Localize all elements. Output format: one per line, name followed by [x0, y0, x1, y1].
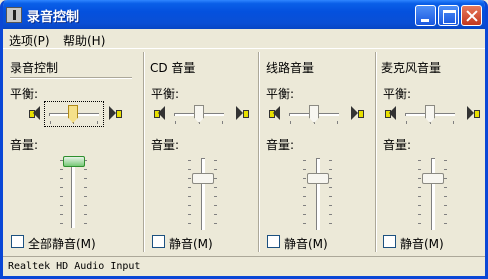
column-line-volume: 线路音量 平衡: 音量: 静音(M) — [263, 52, 375, 252]
title-bar[interactable]: 录音控制 — [3, 0, 485, 29]
balance-label: 平衡: — [266, 87, 295, 101]
mute-label: 静音(M) — [400, 237, 444, 251]
menu-options[interactable]: 选项(P) — [9, 32, 50, 49]
balance-label: 平衡: — [10, 87, 39, 101]
column-title: 麦克风音量 — [381, 61, 442, 75]
right-speaker-icon — [348, 106, 364, 120]
right-speaker-icon — [464, 106, 480, 120]
mute-checkbox[interactable] — [267, 235, 280, 248]
balance-slider-thumb[interactable] — [194, 105, 204, 123]
column-recording-control: 录音控制 平衡: 音量: 全部静音(M) — [5, 52, 143, 252]
mute-all-checkbox[interactable] — [11, 235, 24, 248]
mute-checkbox[interactable] — [383, 235, 396, 248]
menu-bar: 选项(P) 帮助(H) — [3, 29, 485, 49]
column-separator — [258, 52, 260, 252]
balance-slider-thumb[interactable] — [425, 105, 435, 123]
volume-slider-track[interactable] — [201, 158, 205, 230]
column-title: 录音控制 — [10, 61, 59, 75]
right-speaker-icon — [233, 106, 249, 120]
mute-label: 静音(M) — [284, 237, 328, 251]
balance-label: 平衡: — [151, 87, 180, 101]
minimize-button[interactable] — [415, 5, 436, 26]
mute-checkbox[interactable] — [152, 235, 165, 248]
column-separator — [375, 52, 377, 252]
volume-label: 音量: — [266, 138, 295, 152]
close-button[interactable] — [461, 5, 482, 26]
volume-slider-thumb[interactable] — [307, 173, 329, 184]
volume-label: 音量: — [383, 138, 412, 152]
volume-slider-track[interactable] — [316, 158, 320, 230]
volume-label: 音量: — [10, 138, 39, 152]
volume-slider-thumb[interactable] — [63, 156, 85, 167]
column-microphone-volume: 麦克风音量 平衡: 音量: 静音(M) — [379, 52, 485, 252]
volume-label: 音量: — [151, 138, 180, 152]
maximize-button[interactable] — [438, 5, 459, 26]
volume-control-app-icon[interactable] — [6, 7, 22, 23]
status-device-name: Realtek HD Audio Input — [8, 261, 141, 272]
column-title: CD 音量 — [150, 61, 196, 75]
mute-all-label: 全部静音(M) — [28, 237, 96, 251]
column-cd-volume: CD 音量 平衡: 音量: 静音(M) — [148, 52, 258, 252]
divider — [10, 77, 132, 79]
left-speaker-icon — [269, 106, 283, 120]
volume-slider-track[interactable] — [431, 158, 435, 230]
left-speaker-icon — [154, 106, 168, 120]
recording-control-window: 录音控制 选项(P) 帮助(H) 录音控制 平衡: 音量: 全部静音(M) CD… — [0, 0, 488, 279]
column-title: 线路音量 — [266, 61, 315, 75]
balance-slider-thumb[interactable] — [309, 105, 319, 123]
balance-label: 平衡: — [383, 87, 412, 101]
mute-label: 静音(M) — [169, 237, 213, 251]
volume-slider-thumb[interactable] — [422, 173, 444, 184]
volume-slider-thumb[interactable] — [192, 173, 214, 184]
right-speaker-icon — [106, 106, 122, 120]
column-separator — [143, 52, 145, 252]
window-title: 录音控制 — [27, 10, 80, 25]
menu-help[interactable]: 帮助(H) — [63, 32, 105, 49]
left-speaker-icon — [29, 106, 43, 120]
left-speaker-icon — [385, 106, 399, 120]
status-bar: Realtek HD Audio Input — [3, 256, 485, 276]
